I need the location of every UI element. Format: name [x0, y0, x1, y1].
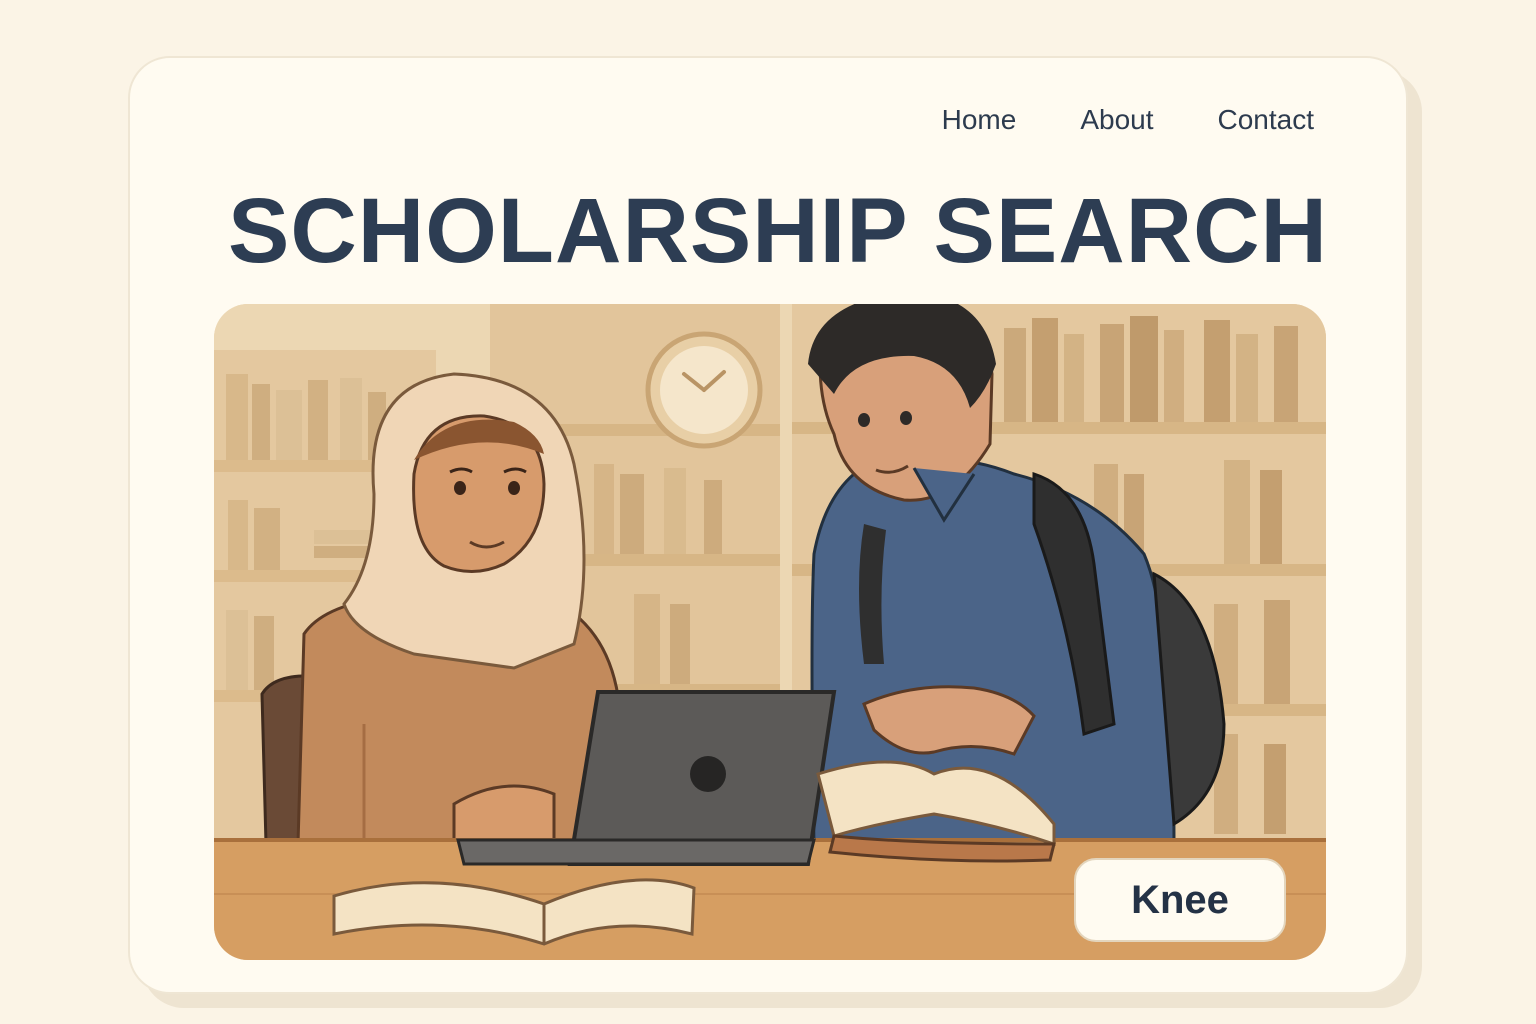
- nav-link-about[interactable]: About: [1080, 102, 1153, 138]
- clock-icon: [645, 331, 763, 449]
- nav-link-contact[interactable]: Contact: [1218, 102, 1315, 138]
- knee-button[interactable]: Knee: [1074, 858, 1286, 942]
- nav-link-home[interactable]: Home: [942, 102, 1017, 138]
- main-card: Home About Contact SCHOLARSHIP SEARCH Kn…: [128, 56, 1408, 994]
- page-title: SCHOLARSHIP SEARCH: [228, 180, 1328, 282]
- hero-illustration: Knee: [214, 304, 1326, 960]
- top-nav: Home About Contact: [942, 102, 1314, 138]
